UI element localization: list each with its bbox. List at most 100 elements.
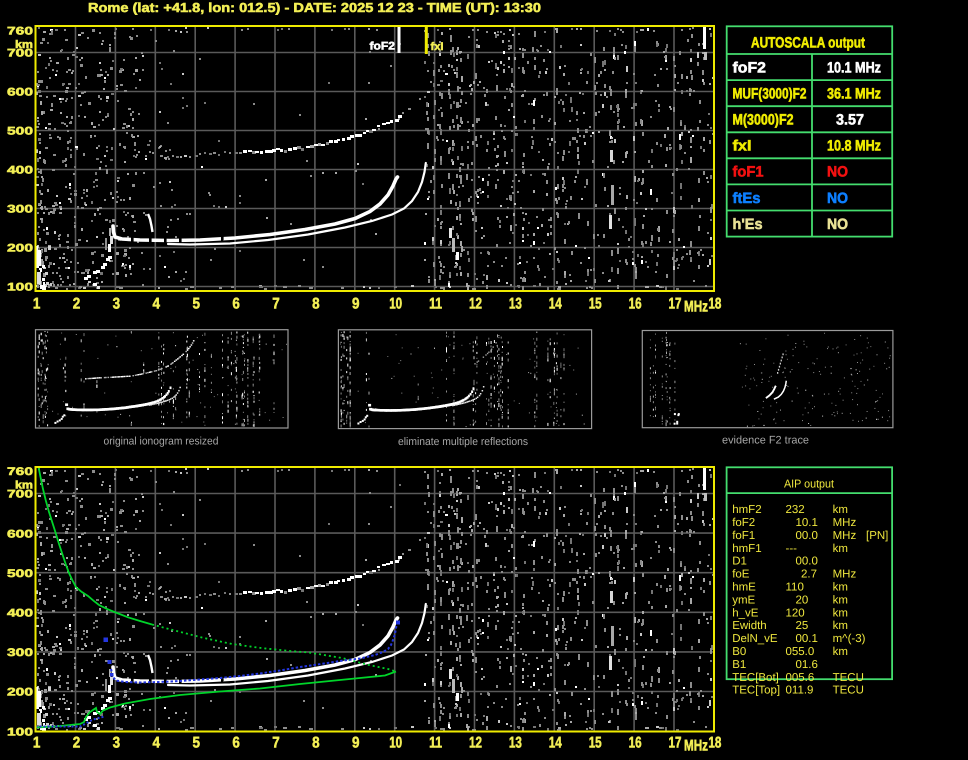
svg-text:MHz: MHz (684, 738, 708, 755)
svg-text:TEC[Top]: TEC[Top] (732, 685, 780, 697)
svg-text:01.6: 01.6 (796, 659, 818, 671)
svg-text:16: 16 (629, 735, 642, 752)
svg-text:hmE: hmE (732, 582, 756, 594)
svg-text:TECU: TECU (833, 685, 864, 697)
svg-text:14: 14 (549, 296, 562, 313)
svg-text:4: 4 (153, 735, 161, 752)
svg-text:h_vE: h_vE (732, 607, 759, 619)
svg-text:13: 13 (509, 735, 522, 752)
svg-text:2.7: 2.7 (801, 569, 817, 581)
svg-text:7: 7 (272, 735, 280, 752)
svg-text:005.6: 005.6 (786, 672, 815, 684)
svg-text:5: 5 (192, 735, 200, 752)
svg-text:00.0: 00.0 (796, 530, 818, 542)
svg-text:200: 200 (7, 687, 33, 699)
svg-text:Rome (lat: +41.8, lon: 012.5): Rome (lat: +41.8, lon: 012.5) - DATE: 20… (88, 0, 541, 15)
svg-text:10: 10 (389, 735, 402, 752)
svg-text:3: 3 (113, 296, 121, 313)
svg-text:[PN]: [PN] (866, 530, 888, 542)
svg-text:DelN_vE: DelN_vE (732, 633, 778, 645)
svg-text:10.8 MHz: 10.8 MHz (827, 138, 881, 155)
svg-text:6: 6 (232, 296, 240, 313)
svg-text:36.1 MHz: 36.1 MHz (827, 85, 881, 102)
svg-text:16: 16 (629, 296, 642, 313)
svg-text:ymE: ymE (732, 594, 755, 606)
svg-text:110: 110 (786, 582, 804, 594)
svg-text:NO: NO (827, 216, 848, 233)
svg-text:B0: B0 (732, 646, 746, 658)
svg-text:M(3000)F2: M(3000)F2 (733, 112, 794, 129)
svg-text:km: km (833, 607, 848, 619)
svg-text:MHz: MHz (833, 517, 857, 529)
svg-text:011.9: 011.9 (786, 685, 814, 697)
svg-text:400: 400 (7, 608, 33, 620)
svg-text:2: 2 (73, 296, 81, 313)
svg-text:500: 500 (7, 568, 33, 580)
svg-text:foF2: foF2 (732, 517, 755, 529)
svg-text:100: 100 (7, 726, 33, 738)
svg-text:D1: D1 (732, 556, 747, 568)
svg-text:2: 2 (73, 735, 81, 752)
svg-text:foF2: foF2 (733, 59, 767, 76)
svg-text:MHz: MHz (833, 569, 857, 581)
svg-text:km: km (833, 504, 848, 516)
svg-text:4: 4 (153, 296, 161, 313)
svg-text:eliminate multiple reflections: eliminate multiple reflections (398, 436, 528, 448)
svg-text:11: 11 (429, 735, 442, 752)
svg-text:foF1: foF1 (732, 530, 755, 542)
svg-text:hmF1: hmF1 (732, 543, 761, 555)
svg-text:km: km (833, 543, 848, 555)
svg-text:700: 700 (7, 48, 33, 60)
svg-text:foE: foE (732, 569, 750, 581)
svg-text:3.57: 3.57 (836, 112, 864, 129)
svg-text:25: 25 (796, 620, 809, 632)
svg-text:8: 8 (312, 735, 320, 752)
svg-text:B1: B1 (732, 659, 746, 671)
svg-text:m^(-3): m^(-3) (833, 633, 866, 645)
svg-text:MUF(3000)F2: MUF(3000)F2 (733, 85, 807, 102)
svg-text:original ionogram resized: original ionogram resized (104, 436, 219, 448)
svg-text:TECU: TECU (833, 672, 864, 684)
svg-text:232: 232 (786, 504, 805, 516)
svg-text:600: 600 (7, 528, 33, 540)
svg-text:8: 8 (312, 296, 320, 313)
svg-text:700: 700 (7, 489, 33, 501)
svg-text:h'Es: h'Es (733, 216, 763, 233)
svg-text:15: 15 (589, 735, 602, 752)
svg-text:120: 120 (786, 607, 805, 619)
svg-text:600: 600 (7, 87, 33, 99)
svg-text:1: 1 (33, 296, 41, 313)
svg-text:00.1: 00.1 (796, 633, 818, 645)
svg-text:km: km (833, 620, 848, 632)
svg-text:12: 12 (469, 296, 482, 313)
svg-text:MHz: MHz (684, 299, 708, 316)
svg-text:13: 13 (509, 296, 522, 313)
svg-text:fxI: fxI (733, 138, 752, 155)
svg-text:1: 1 (33, 735, 41, 752)
svg-text:11: 11 (429, 296, 442, 313)
svg-text:km: km (833, 646, 848, 658)
svg-text:TEC[Bot]: TEC[Bot] (732, 672, 779, 684)
svg-text:---: --- (786, 543, 798, 555)
svg-text:12: 12 (469, 735, 482, 752)
svg-text:300: 300 (7, 204, 33, 216)
svg-text:NO: NO (827, 190, 848, 207)
svg-text:400: 400 (7, 165, 33, 177)
svg-text:hmF2: hmF2 (732, 504, 761, 516)
svg-text:6: 6 (232, 735, 240, 752)
svg-text:foF1: foF1 (733, 164, 764, 181)
svg-text:055.0: 055.0 (786, 646, 815, 658)
svg-text:18: 18 (708, 735, 721, 752)
svg-text:760: 760 (7, 466, 33, 478)
svg-text:AIP output: AIP output (784, 479, 835, 491)
svg-text:km: km (833, 594, 848, 606)
svg-text:00.0: 00.0 (796, 556, 818, 568)
svg-text:200: 200 (7, 243, 33, 255)
svg-text:17: 17 (669, 735, 682, 752)
svg-text:7: 7 (272, 296, 280, 313)
svg-text:MHz: MHz (833, 530, 857, 542)
svg-text:10.1 MHz: 10.1 MHz (827, 59, 881, 76)
svg-text:500: 500 (7, 126, 33, 138)
svg-text:5: 5 (192, 296, 200, 313)
svg-text:18: 18 (708, 296, 721, 313)
